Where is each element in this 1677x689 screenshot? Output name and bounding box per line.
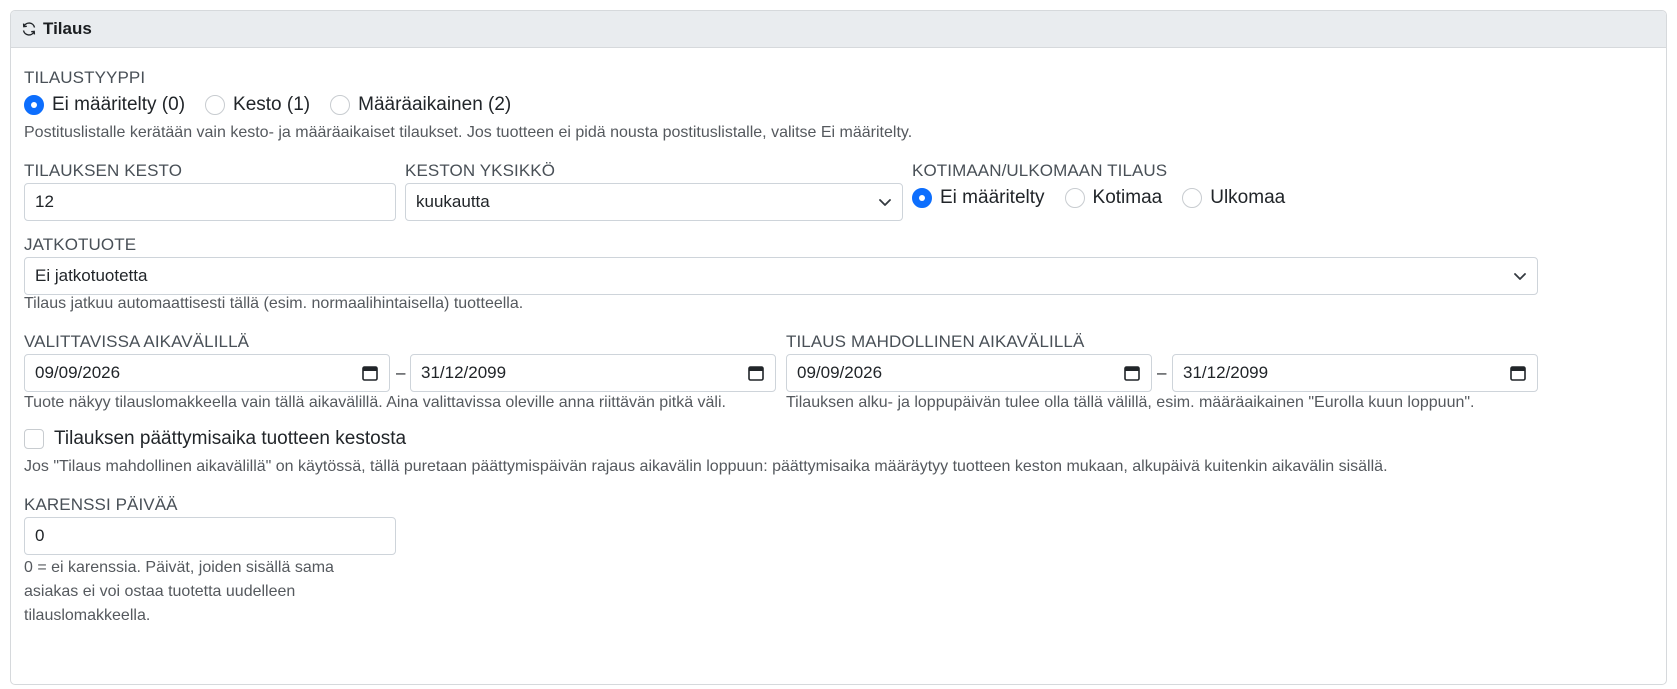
allowed-period-help: Tilauksen alku- ja loppupäivän tulee oll…	[786, 394, 1475, 411]
quarantine-input[interactable]: 0	[24, 517, 396, 555]
calendar-icon[interactable]	[747, 364, 765, 382]
duration-unit-value: kuukautta	[416, 192, 490, 211]
continuation-label: JATKOTUOTE	[24, 235, 137, 254]
allowed-period-start-value: 09/09/2026	[797, 363, 883, 382]
duration-unit-label: KESTON YKSIKKÖ	[405, 161, 556, 180]
domestic-label: KOTIMAAN/ULKOMAAN TILAUS	[912, 161, 1168, 180]
radio-checked[interactable]	[912, 188, 932, 208]
allowed-period-label: TILAUS MAHDOLLINEN AIKAVÄLILLÄ	[786, 332, 1085, 351]
duration-value: 12	[35, 192, 54, 211]
radio-label: Ulkomaa	[1210, 187, 1286, 208]
radio-unchecked[interactable]	[205, 95, 226, 115]
subscription-type-option-duration[interactable]: Kesto (1)	[205, 94, 310, 116]
subscription-type-help: Postituslistalle kerätään vain kesto- ja…	[24, 124, 913, 141]
allowed-period-start-input[interactable]: 09/09/2026	[786, 354, 1152, 392]
domestic-option-domestic[interactable]: Kotimaa	[1064, 187, 1163, 209]
calendar-icon[interactable]	[1123, 364, 1141, 382]
allowed-period-end-value: 31/12/2099	[1183, 363, 1269, 382]
selectable-period-start-value: 09/09/2026	[35, 363, 121, 382]
duration-unit-select[interactable]: kuukautta	[405, 183, 903, 221]
duration-label: TILAUKSEN KESTO	[24, 161, 183, 180]
radio-checked[interactable]	[24, 95, 44, 115]
selectable-period-help: Tuote näkyy tilauslomakkeella vain tällä…	[24, 394, 726, 411]
quarantine-value: 0	[35, 526, 45, 545]
quarantine-help-line: asiakas ei voi ostaa tuotetta uudelleen	[24, 583, 296, 600]
allowed-period-end-input[interactable]: 31/12/2099	[1172, 354, 1538, 392]
radio-label: Ei määritelty (0)	[52, 94, 186, 115]
selectable-period-start-input[interactable]: 09/09/2026	[24, 354, 390, 392]
chevron-down-icon	[879, 199, 891, 206]
subscription-type-label: TILAUSTYYPPI	[24, 68, 146, 87]
quarantine-help-line: tilauslomakkeella.	[24, 607, 151, 624]
end-from-duration-label: Tilauksen päättymisaika tuotteen kestost…	[54, 428, 407, 449]
domestic-radio-group: Ei määritelty Kotimaa Ulkomaa	[912, 187, 1305, 209]
quarantine-help-line: 0 = ei karenssia. Päivät, joiden sisällä…	[24, 559, 334, 576]
radio-unchecked[interactable]	[1182, 188, 1203, 208]
continuation-value: Ei jatkotuotetta	[35, 266, 148, 285]
subscription-type-radio-group: Ei määritelty (0) Kesto (1) Määräaikaine…	[24, 94, 531, 116]
selectable-period-end-value: 31/12/2099	[421, 363, 507, 382]
subscription-type-option-fixed-term[interactable]: Määräaikainen (2)	[330, 94, 511, 116]
date-range-separator: –	[1157, 363, 1167, 382]
end-from-duration-checkbox-row[interactable]: Tilauksen päättymisaika tuotteen kestost…	[24, 428, 406, 450]
selectable-period-end-input[interactable]: 31/12/2099	[410, 354, 776, 392]
quarantine-help: 0 = ei karenssia. Päivät, joiden sisällä…	[24, 556, 334, 628]
end-from-duration-help: Jos "Tilaus mahdollinen aikavälillä" on …	[24, 458, 1388, 475]
selectable-period-label: VALITTAVISSA AIKAVÄLILLÄ	[24, 332, 250, 351]
radio-label: Ei määritelty	[940, 187, 1045, 208]
continuation-help: Tilaus jatkuu automaattisesti tällä (esi…	[24, 295, 524, 312]
radio-label: Kotimaa	[1092, 187, 1163, 208]
continuation-select[interactable]: Ei jatkotuotetta	[24, 257, 1538, 295]
refresh-icon	[22, 22, 36, 36]
panel-title: Tilaus	[43, 19, 92, 38]
quarantine-label: KARENSSI PÄIVÄÄ	[24, 495, 178, 514]
domestic-option-undefined[interactable]: Ei määritelty	[912, 187, 1045, 209]
panel-header[interactable]: Tilaus	[11, 11, 1666, 48]
calendar-icon[interactable]	[1509, 364, 1527, 382]
radio-label: Kesto (1)	[233, 94, 311, 115]
radio-label: Määräaikainen (2)	[358, 94, 512, 115]
domestic-option-abroad[interactable]: Ulkomaa	[1182, 187, 1285, 209]
date-range-separator: –	[396, 363, 406, 382]
end-from-duration-checkbox[interactable]	[24, 429, 44, 449]
duration-input[interactable]: 12	[24, 183, 396, 221]
radio-unchecked[interactable]	[330, 95, 351, 115]
subscription-type-option-undefined[interactable]: Ei määritelty (0)	[24, 94, 185, 116]
calendar-icon[interactable]	[361, 364, 379, 382]
chevron-down-icon	[1514, 273, 1526, 280]
radio-unchecked[interactable]	[1064, 188, 1085, 208]
